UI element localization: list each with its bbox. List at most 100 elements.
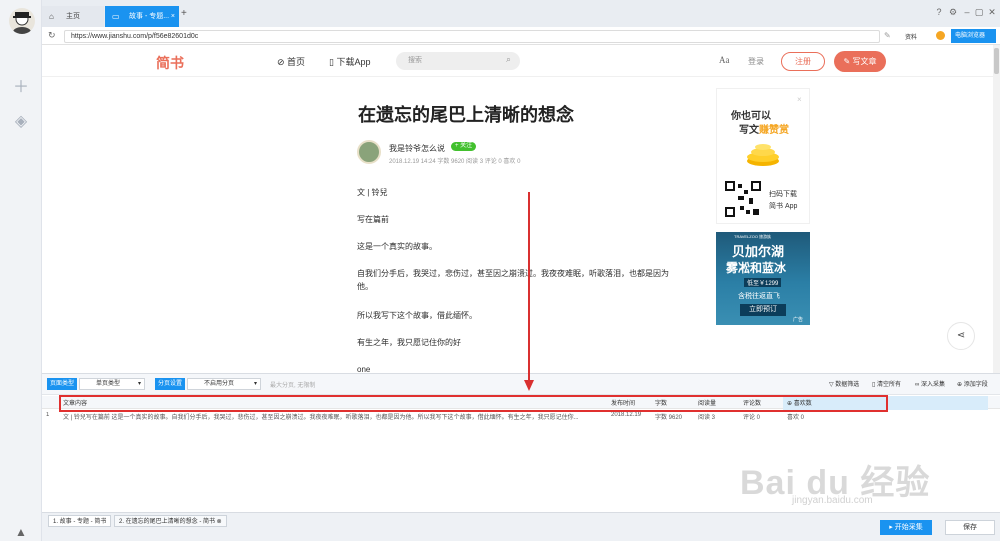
start-collect-button[interactable]: ▸ 开始采集 xyxy=(880,520,932,535)
nav-app-label: 下载App xyxy=(336,57,371,67)
page-type-value: 单页类型 xyxy=(96,381,121,387)
author-avatar[interactable] xyxy=(357,140,381,164)
page-type-label: 页面类型 xyxy=(47,378,78,390)
plus-circle-icon: ⊕ xyxy=(957,382,964,388)
settings-icon[interactable]: ⚙ xyxy=(946,7,960,18)
tab-story[interactable]: ▭ 故事 - 专题... × xyxy=(105,6,179,27)
chevron-down-icon: ▾ xyxy=(253,381,257,387)
share-icon[interactable]: ⋖ xyxy=(947,322,975,350)
filter-action[interactable]: ▽ 数据筛选 xyxy=(829,379,859,388)
help-icon[interactable]: ? xyxy=(932,7,946,17)
paragraph: 所以我写下这个故事，借此缅怀。 xyxy=(357,311,477,320)
ad2-title1: 贝加尔湖 xyxy=(732,244,785,259)
paragraph: 有生之年，我只愿记住你的好 xyxy=(357,338,461,347)
scrollbar-thumb[interactable] xyxy=(994,48,999,74)
task-tab-2-label: 2. 在遗忘的尾巴上清晰的想念 - 简书 xyxy=(119,519,216,525)
cell-comments[interactable]: 评论 0 xyxy=(743,412,760,421)
ad2-subtitle: 含税往返直飞 xyxy=(738,293,780,300)
page-icon: ▭ xyxy=(112,12,120,21)
home-icon: ⌂ xyxy=(49,12,54,21)
ad2-book-button[interactable]: 立即预订 xyxy=(740,304,786,316)
cell-words[interactable]: 字数 9620 xyxy=(655,412,682,421)
login-link[interactable]: 登录 xyxy=(748,56,764,67)
start-label: 开始采集 xyxy=(894,524,923,531)
paragraph: 写在篇前 xyxy=(357,215,389,224)
bell-icon[interactable]: ▲ xyxy=(11,522,31,541)
close-icon[interactable]: ⊗ xyxy=(215,519,222,525)
save-button[interactable]: 保存 xyxy=(945,520,995,535)
cell-content[interactable]: 文 | 铃兒写在篇前 这是一个真实的故事。自我们分手后，我哭过，悲伤过，甚至因之… xyxy=(63,412,605,421)
paragraph: 文 | 铃兒 xyxy=(357,188,388,197)
browser-mode-select[interactable]: 电脑浏览器 xyxy=(951,29,996,43)
annotation-arrow xyxy=(528,192,530,382)
paragraph: 自我们分手后，我哭过，悲伤过，甚至因之崩溃过。我夜夜难眠，听歌落泪，也都是因为他… xyxy=(357,269,669,291)
add-field-action[interactable]: ⊕ 添加字段 xyxy=(957,379,988,388)
chevron-down-icon: ▾ xyxy=(137,381,141,387)
row-index: 1 xyxy=(46,412,50,418)
qr-line2: 简书 App xyxy=(769,203,798,210)
ad1-line2: 写文赚赞赏 xyxy=(739,121,789,136)
deep-collect-action[interactable]: ∞ 深入采集 xyxy=(915,379,945,388)
font-size-icon[interactable]: Aa xyxy=(719,55,730,65)
reward-ad[interactable]: 你也可以 写文赚赞赏 × 扫码下载 简书 App xyxy=(716,88,810,224)
layers-icon[interactable]: ◈ xyxy=(11,112,31,132)
task-tab-1[interactable]: 1. 故事 - 专题 - 简书 xyxy=(48,515,112,527)
ad1-highlight: 赚赞赏 xyxy=(759,125,789,136)
paging-label: 分页设置 xyxy=(155,378,186,390)
close-window-icon[interactable]: ✕ xyxy=(985,7,999,18)
follow-button[interactable]: + 关注 xyxy=(451,142,477,151)
paging-select[interactable]: 不启用分页 ▾ xyxy=(187,378,261,390)
edit-icon[interactable]: ✎ xyxy=(884,31,891,40)
tab-home[interactable]: ⌂ 主页 xyxy=(42,6,104,27)
travel-ad[interactable]: TRAVELZOO 旅游族 贝加尔湖 雾凇和蓝冰 低至￥1299 含税往返直飞 … xyxy=(716,232,810,325)
filter-label: 数据筛选 xyxy=(835,382,860,388)
deep-label: 深入采集 xyxy=(920,382,945,388)
qr-code xyxy=(725,181,761,217)
watermark-url: jingyan.baidu.com xyxy=(792,495,873,506)
close-tab-icon[interactable]: × xyxy=(171,6,175,27)
cell-likes[interactable]: 喜欢 0 xyxy=(787,412,804,421)
write-label: 写文章 xyxy=(852,57,877,66)
ad-tag: 广告 xyxy=(793,317,804,323)
maximize-icon[interactable]: ▢ xyxy=(972,7,986,18)
paragraph: 这是一个真实的故事。 xyxy=(357,242,437,251)
author-name[interactable]: 我是铃爷怎么说 xyxy=(389,143,445,154)
refresh-icon[interactable]: ↻ xyxy=(48,30,56,41)
ad2-price: 低至￥1299 xyxy=(744,278,782,287)
signup-button[interactable]: 注册 xyxy=(781,52,825,71)
task-tab-2[interactable]: 2. 在遗忘的尾巴上清晰的想念 - 简书 ⊗ xyxy=(114,515,227,527)
new-tab-icon[interactable]: + xyxy=(181,8,187,19)
nav-home[interactable]: ⊘ 首页 xyxy=(277,55,305,68)
article-meta: 2018.12.19 14:24 字数 9620 阅读 3 评论 0 喜欢 0 xyxy=(389,159,521,165)
nav-home-label: 首页 xyxy=(287,57,306,67)
site-search-input[interactable]: 搜索 xyxy=(396,52,520,70)
add-field-label: 添加字段 xyxy=(963,382,988,388)
cell-reads[interactable]: 阅读 3 xyxy=(698,412,715,421)
close-ad-icon[interactable]: × xyxy=(797,95,802,104)
status-dot-icon xyxy=(936,31,945,40)
article-title: 在遗忘的尾巴上清晰的想念 xyxy=(358,105,574,125)
tab-story-label: 故事 - 专题... xyxy=(129,13,170,20)
cell-date[interactable]: 2018.12.19 xyxy=(611,412,641,418)
user-avatar[interactable] xyxy=(9,8,35,34)
compass-icon: ⊘ xyxy=(277,57,288,67)
ad2-brand: TRAVELZOO 旅游族 xyxy=(734,234,772,239)
ad1-line2-text: 写文 xyxy=(739,125,759,136)
clear-all-action[interactable]: ▯ 清空所有 xyxy=(872,379,901,388)
page-scrollbar[interactable] xyxy=(993,45,1000,373)
paging-value: 不启用分页 xyxy=(204,381,235,387)
site-logo[interactable]: 简书 xyxy=(156,53,184,73)
ad1-line1: 你也可以 xyxy=(731,111,771,122)
url-input[interactable]: https://www.jianshu.com/p/f56e82601d0c xyxy=(64,30,880,43)
write-article-button[interactable]: ✎ 写文章 xyxy=(834,51,886,72)
annotation-highlight-box xyxy=(59,395,888,412)
add-task-icon[interactable]: ＋ xyxy=(11,78,31,98)
tab-home-label: 主页 xyxy=(66,13,80,20)
qr-line1: 扫码下载 xyxy=(769,191,797,198)
search-icon[interactable]: ⌕ xyxy=(506,54,511,65)
data-link[interactable]: 资料 xyxy=(905,32,917,41)
coins-icon xyxy=(741,139,785,167)
page-type-select[interactable]: 单页类型 ▾ xyxy=(79,378,145,390)
nav-download-app[interactable]: ▯ 下载App xyxy=(329,55,370,68)
annotation-arrowhead xyxy=(524,380,534,391)
